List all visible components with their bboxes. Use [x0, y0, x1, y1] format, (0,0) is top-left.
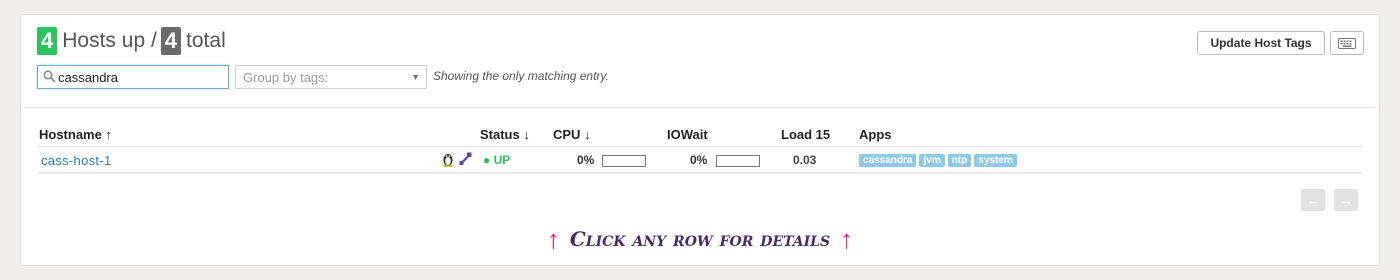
column-header-cpu[interactable]: CPU ↓	[553, 127, 591, 142]
hint-text: Click any row for details	[569, 227, 831, 251]
keyboard-shortcuts-button[interactable]	[1330, 31, 1364, 55]
search-input[interactable]	[58, 68, 224, 86]
column-header-apps[interactable]: Apps	[859, 127, 892, 142]
table-row-divider	[37, 172, 1363, 173]
iowait-bar	[716, 155, 760, 167]
keyboard-icon	[1338, 37, 1356, 49]
search-icon	[43, 70, 56, 83]
apps-tag-list: cassandra jvm ntp system	[859, 154, 1020, 172]
prev-page-button[interactable]: ←	[1301, 189, 1325, 211]
iowait-value: 0%	[690, 153, 708, 167]
arrow-right-icon: →	[1339, 192, 1353, 208]
match-status-text: Showing the only matching entry.	[433, 69, 609, 83]
column-header-iowait[interactable]: IOWait	[667, 127, 708, 142]
next-page-button[interactable]: →	[1334, 189, 1358, 211]
search-field[interactable]	[37, 65, 229, 89]
cpu-value: 0%	[577, 153, 595, 167]
hosts-up-count: 4	[37, 27, 58, 55]
column-header-hostname[interactable]: Hostname ↑	[39, 127, 112, 142]
hosts-total-label: total	[186, 29, 226, 52]
hosts-total-count: 4	[160, 27, 182, 55]
app-tag[interactable]: jvm	[919, 154, 945, 167]
update-host-tags-button[interactable]: Update Host Tags	[1197, 31, 1325, 55]
puppet-icon	[459, 152, 472, 165]
hosts-up-label: Hosts up /	[62, 29, 157, 52]
host-summary: 4 Hosts up / 4 total	[37, 27, 230, 55]
arrow-left-icon: ←	[1306, 192, 1320, 208]
chevron-down-icon: ▼	[411, 72, 420, 82]
arrow-up-icon: ↑	[840, 224, 854, 254]
app-tag[interactable]: ntp	[947, 154, 972, 167]
cpu-bar	[602, 155, 646, 167]
load15-value: 0.03	[793, 153, 817, 167]
app-tag[interactable]: system	[974, 154, 1017, 167]
host-link[interactable]: cass-host-1	[41, 153, 112, 168]
app-tag[interactable]: cassandra	[859, 154, 917, 167]
status-badge: ● UP	[483, 153, 511, 167]
group-by-tags-select[interactable]: Group by tags: ▼	[235, 65, 427, 89]
column-header-load15[interactable]: Load 15	[781, 127, 830, 142]
column-header-status[interactable]: Status ↓	[480, 127, 530, 142]
row-click-hint: ↑ Click any row for details ↑	[20, 226, 1380, 252]
arrow-up-icon: ↑	[546, 224, 560, 254]
section-divider	[21, 107, 1379, 108]
group-by-placeholder: Group by tags:	[243, 70, 329, 85]
linux-penguin-icon	[443, 154, 453, 167]
table-header-divider	[37, 146, 1363, 147]
